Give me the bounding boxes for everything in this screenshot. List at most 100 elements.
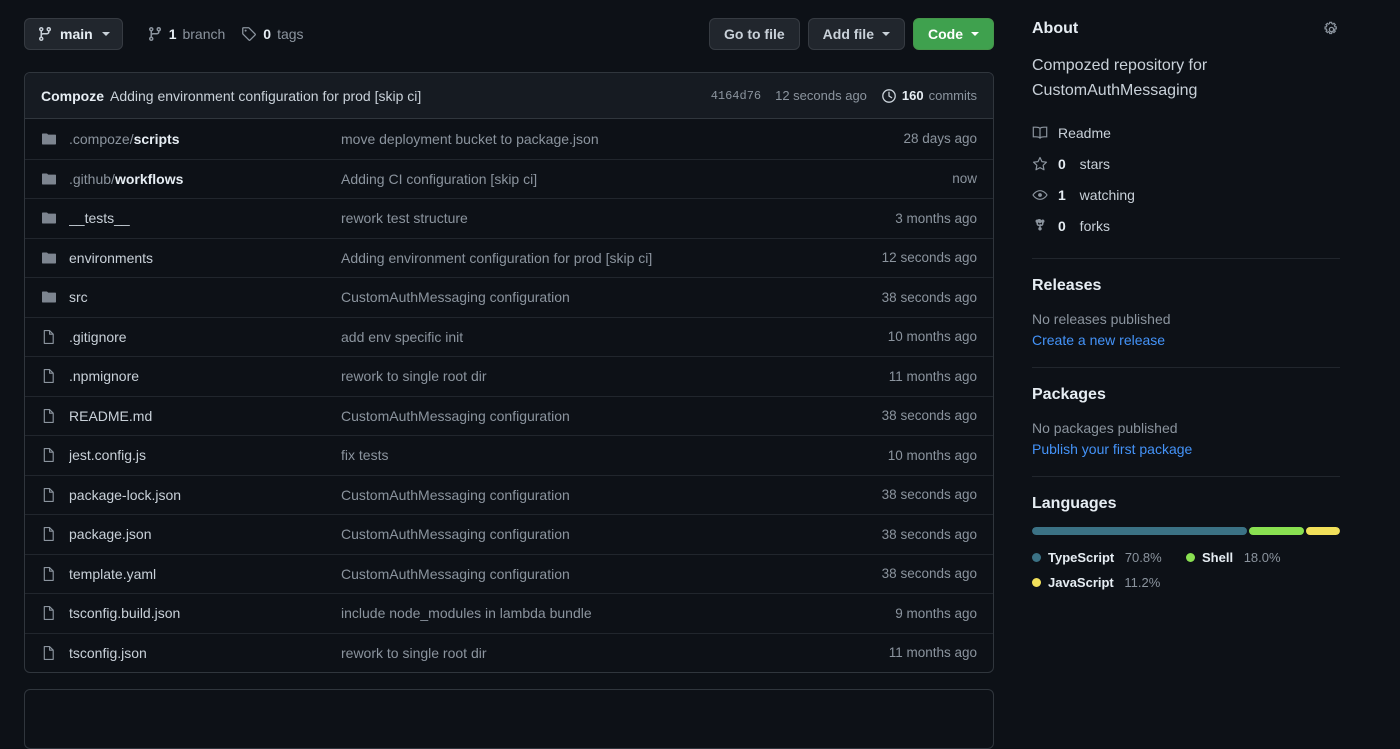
file-commit-message[interactable]: include node_modules in lambda bundle [341,605,895,621]
file-commit-message[interactable]: Adding environment configuration for pro… [341,250,882,266]
about-link-label: watching [1075,187,1135,204]
file-row[interactable]: .npmignore rework to single root dir 11 mo… [25,356,993,396]
file-commit-message[interactable]: move deployment bucket to package.json [341,131,903,147]
about-description: Compozed repository for CustomAuthMessag… [1032,57,1208,99]
file-icon [41,526,57,542]
file-row[interactable]: jest.config.js fix tests 10 months ago [25,435,993,475]
file-commit-time: 10 months ago [887,447,977,463]
commit-sha[interactable]: 4164d76 [711,89,761,103]
commits-count-link[interactable]: 160 commits [881,88,977,104]
languages-title: Languages [1032,494,1117,512]
file-row[interactable]: template.yaml CustomAuthMessaging configu… [25,553,993,594]
file-commit-message[interactable]: rework test structure [341,210,895,226]
language-name: TypeScript [1048,549,1115,565]
file-name-link[interactable]: .compoze/scripts [69,131,341,147]
file-name-link[interactable]: README.md [69,408,341,424]
branches-stat[interactable]: 1 branch [147,26,225,42]
file-row[interactable]: tsconfig.build.json include node_modules … [25,593,993,633]
fork-icon [1032,218,1048,234]
create-release-link[interactable]: Create a new release [1032,330,1340,351]
file-commit-time: 11 months ago [888,645,977,661]
about-link-stars[interactable]: 0 stars [1032,149,1340,180]
file-commit-message[interactable]: fix tests [341,447,888,463]
file-name-link[interactable]: .github/workflows [69,171,341,187]
file-commit-time: now [952,171,977,187]
commit-meta: 4164d76 12 seconds ago 160 commits [711,88,977,104]
gear-icon[interactable] [1323,21,1340,38]
file-name-link[interactable]: package.json [69,526,341,542]
file-commit-message[interactable]: CustomAuthMessaging configuration [341,487,882,503]
file-row[interactable]: .github/workflows Adding CI configuration… [25,158,993,199]
file-rows: .compoze/scripts move deployment bucket t… [25,119,993,672]
add-file-button[interactable]: Add file [807,18,905,50]
file-row[interactable]: src CustomAuthMessaging configuration 38 s… [25,277,993,317]
file-path-leaf: workflows [114,170,184,187]
file-icon [41,605,57,621]
file-commit-message[interactable]: add env specific init [341,329,888,345]
chevron-down-icon [882,32,890,36]
language-legend-item[interactable]: Shell 18.0% [1186,547,1340,568]
file-commit-time: 10 months ago [887,329,977,345]
file-row[interactable]: README.md CustomAuthMessaging configurati… [25,395,993,436]
about-link-count: 0 [1058,156,1066,173]
file-row[interactable]: package.json CustomAuthMessaging configur… [25,514,993,554]
about-link-readme[interactable]: Readme [1032,118,1340,149]
packages-section: Packages No packages published Publish y… [1032,368,1340,460]
tags-stat[interactable]: 0 tags [241,26,304,42]
releases-section: Releases No releases published Create a … [1032,259,1340,351]
file-commit-time: 38 seconds ago [881,408,977,424]
file-row[interactable]: __tests__ rework test structure 3 months a… [25,198,993,238]
file-row[interactable]: package-lock.json CustomAuthMessaging con… [25,474,993,515]
file-row[interactable]: environments Adding environment configura… [25,237,993,278]
file-name-link[interactable]: tsconfig.build.json [69,605,341,621]
language-legend-item[interactable]: TypeScript 70.8% [1032,547,1186,568]
file-commit-message[interactable]: CustomAuthMessaging configuration [341,408,882,424]
repository-page: main 1 branch 0 tags Go to file Add file… [0,0,1400,749]
file-commit-message[interactable]: CustomAuthMessaging configuration [341,566,882,582]
commit-message[interactable]: Adding environment configuration for pro… [110,88,421,104]
branch-selector-button[interactable]: main [24,18,123,50]
file-commit-message[interactable]: CustomAuthMessaging configuration [341,289,882,305]
file-name-link[interactable]: package-lock.json [69,487,341,503]
folder-icon [41,131,57,147]
file-name-link[interactable]: jest.config.js [69,447,341,463]
code-button[interactable]: Code [913,18,994,50]
language-percent: 70.8% [1121,549,1162,565]
eye-icon [1032,187,1048,203]
file-icon [41,487,57,503]
file-name-link[interactable]: __tests__ [69,210,341,226]
file-name-link[interactable]: environments [69,250,341,266]
releases-empty-text: No releases published [1032,310,1171,327]
file-row[interactable]: tsconfig.json rework to single root dir 11… [25,632,993,673]
about-link-count: 0 [1058,218,1066,235]
language-legend-item[interactable]: JavaScript 11.2% [1032,572,1186,593]
file-commit-message[interactable]: Adding CI configuration [skip ci] [341,171,952,187]
language-name: Shell [1202,549,1234,565]
file-commit-time: 12 seconds ago [881,250,977,266]
file-name-link[interactable]: tsconfig.json [69,645,341,661]
packages-empty-text: No packages published [1032,419,1178,436]
commit-author[interactable]: Compoze [41,88,104,104]
latest-commit-header: Compoze Adding environment configuration… [25,73,993,119]
file-row[interactable]: .gitignore add env specific init 10 months… [25,316,993,357]
file-commit-message[interactable]: CustomAuthMessaging configuration [341,526,882,542]
about-header: About [1032,16,1340,42]
file-name-link[interactable]: template.yaml [69,566,341,582]
file-commit-message[interactable]: rework to single root dir [341,368,889,384]
file-icon [41,566,57,582]
file-name-link[interactable]: .npmignore [69,368,341,384]
publish-package-link[interactable]: Publish your first package [1032,439,1340,460]
file-commit-message[interactable]: rework to single root dir [341,645,889,661]
packages-title: Packages [1032,385,1106,403]
file-name-link[interactable]: src [69,289,341,305]
about-link-forks[interactable]: 0 forks [1032,211,1340,242]
go-to-file-button[interactable]: Go to file [708,18,800,50]
language-percent: 18.0% [1240,549,1281,565]
branches-count: 1 [168,26,177,42]
about-link-watching[interactable]: 1 watching [1032,180,1340,211]
file-row[interactable]: .compoze/scripts move deployment bucket t… [25,119,993,159]
toolbar-actions: Go to file Add file Code [708,18,994,50]
file-commit-time: 9 months ago [895,605,977,621]
file-icon [41,447,57,463]
file-name-link[interactable]: .gitignore [69,329,341,345]
